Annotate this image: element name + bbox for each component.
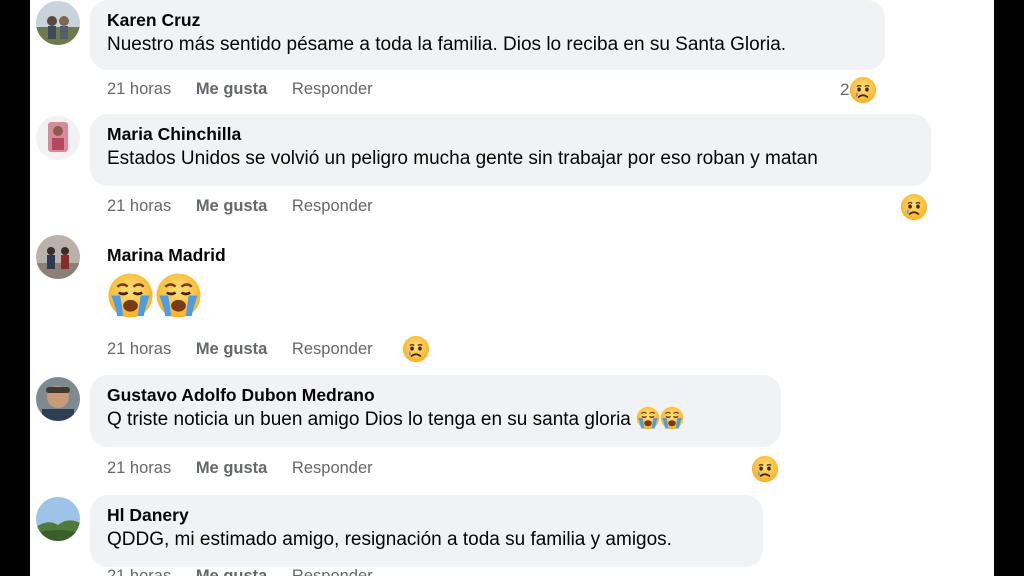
comment-actions: 21 horas Me gusta Responder: [107, 340, 393, 359]
reply-button[interactable]: Responder: [292, 80, 373, 99]
like-button[interactable]: Me gusta: [196, 197, 268, 216]
like-button[interactable]: Me gusta: [196, 340, 268, 359]
like-button[interactable]: Me gusta: [196, 567, 268, 576]
comment-time[interactable]: 21 horas: [107, 197, 171, 216]
comment-bubble: Gustavo Adolfo Dubon Medrano Q triste no…: [90, 375, 781, 447]
comment-author[interactable]: Gustavo Adolfo Dubon Medrano: [107, 384, 764, 406]
comment-time[interactable]: 21 horas: [107, 567, 171, 576]
comment-text: QDDG, mi estimado amigo, resignación a t…: [107, 529, 672, 550]
avatar[interactable]: [36, 116, 80, 160]
comments-panel: Karen Cruz Nuestro más sentido pésame a …: [30, 0, 994, 576]
sad-emoji-icon: [849, 76, 877, 104]
sad-emoji-icon: [900, 193, 928, 221]
avatar[interactable]: [36, 497, 80, 541]
avatar[interactable]: [36, 1, 80, 45]
reaction-summary[interactable]: [900, 193, 928, 221]
comment-author[interactable]: Marina Madrid: [107, 244, 226, 266]
reaction-count: 2: [840, 80, 850, 99]
like-button[interactable]: Me gusta: [196, 459, 268, 478]
crying-face-icon: [660, 406, 684, 430]
emoji-comment: [107, 272, 203, 319]
comment-text-content: Q triste noticia un buen amigo Dios lo t…: [107, 409, 631, 430]
comment-text: Nuestro más sentido pésame a toda la fam…: [107, 34, 787, 55]
comment-author[interactable]: Maria Chinchilla: [107, 123, 914, 145]
sad-emoji-icon: [402, 335, 430, 363]
crying-face-icon: [155, 272, 202, 319]
comment-author[interactable]: Hl Danery: [107, 504, 746, 526]
reaction-summary[interactable]: [402, 335, 430, 363]
reaction-summary[interactable]: [751, 455, 779, 483]
comment-actions: 21 horas Me gusta Responder: [107, 567, 393, 576]
comment-text: Estados Unidos se volvió un peligro much…: [107, 148, 818, 169]
comment-time[interactable]: 21 horas: [107, 459, 171, 478]
crying-face-icon: [636, 406, 660, 430]
comment-text: Q triste noticia un buen amigo Dios lo t…: [107, 406, 764, 433]
crying-face-icon: [107, 272, 154, 319]
comment-actions: 21 horas Me gusta Responder: [107, 80, 393, 99]
avatar[interactable]: [36, 235, 80, 279]
comment-bubble: Maria Chinchilla Estados Unidos se volvi…: [90, 114, 931, 186]
reply-button[interactable]: Responder: [292, 567, 373, 576]
reply-button[interactable]: Responder: [292, 197, 373, 216]
comment-author[interactable]: Karen Cruz: [107, 9, 868, 31]
comment-actions: 21 horas Me gusta Responder: [107, 197, 393, 216]
reaction-summary[interactable]: 2: [840, 76, 877, 104]
comment-actions: 21 horas Me gusta Responder: [107, 459, 393, 478]
sad-emoji-icon: [751, 455, 779, 483]
comment-bubble: Karen Cruz Nuestro más sentido pésame a …: [90, 0, 885, 70]
comment-time[interactable]: 21 horas: [107, 340, 171, 359]
reply-button[interactable]: Responder: [292, 340, 373, 359]
avatar[interactable]: [36, 377, 80, 421]
comment-time[interactable]: 21 horas: [107, 80, 171, 99]
reply-button[interactable]: Responder: [292, 459, 373, 478]
like-button[interactable]: Me gusta: [196, 80, 268, 99]
comment-bubble: Hl Danery QDDG, mi estimado amigo, resig…: [90, 495, 763, 567]
